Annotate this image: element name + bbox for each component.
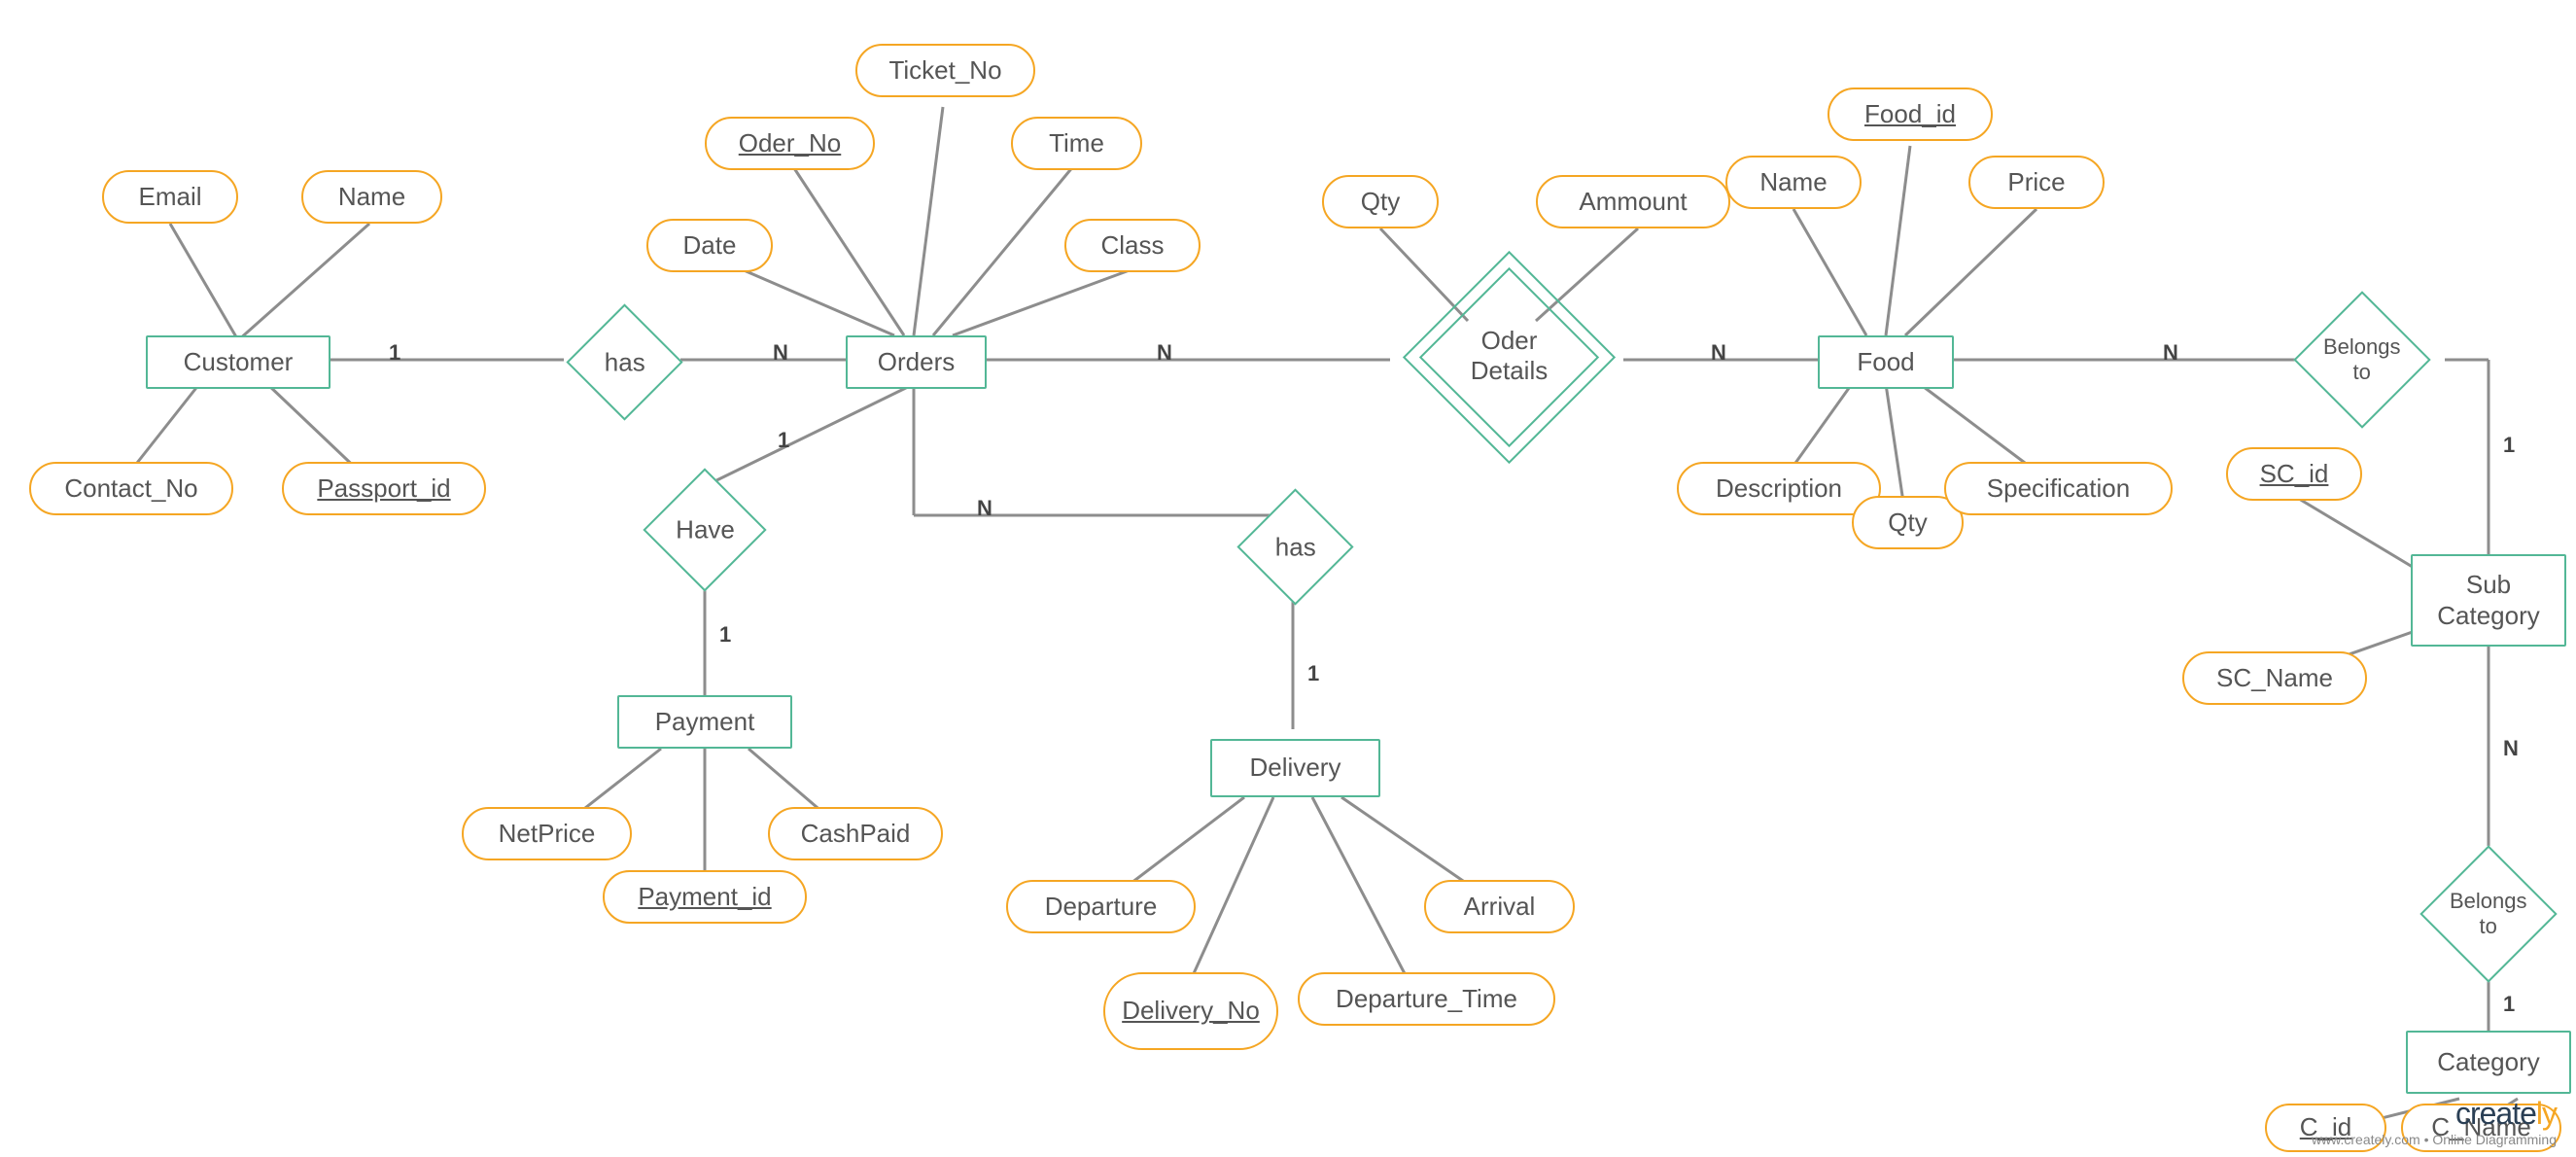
entity-orders-label: Orders [878, 347, 955, 377]
entity-delivery[interactable]: Delivery [1210, 739, 1380, 797]
rel-sub-belongsto-cat[interactable]: Belongs to [2419, 845, 2557, 982]
rel-orders-has-delivery[interactable]: has [1236, 488, 1353, 605]
entity-category[interactable]: Category [2406, 1031, 2571, 1094]
attr-food-specification[interactable]: Specification [1944, 462, 2173, 515]
attr-food-qty[interactable]: Qty [1852, 496, 1964, 549]
attr-orders-oder-no[interactable]: Oder_No [705, 117, 875, 170]
entity-payment[interactable]: Payment [617, 695, 792, 749]
entity-sub-category-label: Sub Category [2413, 570, 2564, 630]
entity-delivery-label: Delivery [1250, 753, 1341, 783]
attr-orders-date[interactable]: Date [646, 219, 773, 272]
attr-orders-class[interactable]: Class [1064, 219, 1201, 272]
rel-food-belongsto-sub[interactable]: Belongs to [2293, 291, 2430, 428]
brand-pre: create [2455, 1096, 2536, 1131]
brand-post: ly [2536, 1096, 2557, 1131]
attr-payment-cashpaid[interactable]: CashPaid [768, 807, 943, 860]
attr-food-price[interactable]: Price [1968, 156, 2105, 209]
attr-payment-id[interactable]: Payment_id [603, 870, 807, 924]
rel-oder-details-label: Oder Details [1448, 326, 1570, 386]
attr-sub-sc-id[interactable]: SC_id [2226, 447, 2362, 501]
entity-orders[interactable]: Orders [846, 335, 987, 389]
attr-oderdetails-ammount[interactable]: Ammount [1536, 175, 1730, 228]
attr-food-id[interactable]: Food_id [1828, 88, 1993, 141]
entity-customer-label: Customer [184, 347, 294, 377]
attr-customer-name[interactable]: Name [301, 170, 442, 224]
card-orders-n-weak: N [1157, 340, 1172, 366]
attr-customer-contact-no[interactable]: Contact_No [29, 462, 233, 515]
attr-food-description[interactable]: Description [1677, 462, 1881, 515]
card-orders-1-topayment: 1 [778, 428, 789, 453]
attr-orders-time[interactable]: Time [1011, 117, 1142, 170]
card-orders-n-fromcust: N [773, 340, 788, 366]
card-sub-n-tocat: N [2503, 736, 2519, 761]
entity-food-label: Food [1857, 347, 1914, 377]
card-payment-1: 1 [719, 622, 731, 648]
card-sub-1-fromfood: 1 [2503, 433, 2515, 458]
card-food-n-tosub: N [2163, 340, 2178, 366]
rel-customer-has-orders[interactable]: has [566, 303, 682, 420]
entity-category-label: Category [2437, 1047, 2540, 1077]
card-cat-1: 1 [2503, 992, 2515, 1017]
entity-customer[interactable]: Customer [146, 335, 331, 389]
attr-food-name[interactable]: Name [1725, 156, 1862, 209]
attr-delivery-departure-time[interactable]: Departure_Time [1298, 972, 1555, 1026]
entity-payment-label: Payment [655, 707, 755, 737]
rel-orders-have-payment[interactable]: Have [643, 468, 766, 591]
er-diagram-canvas: Customer Email Name Contact_No Passport_… [0, 0, 2576, 1157]
attr-delivery-departure[interactable]: Departure [1006, 880, 1196, 933]
attr-delivery-no[interactable]: Delivery_No [1103, 972, 1278, 1050]
attr-oderdetails-qty[interactable]: Qty [1322, 175, 1439, 228]
creately-watermark: creately www.creately.com • Online Diagr… [2312, 1096, 2557, 1147]
card-delivery-1: 1 [1307, 661, 1319, 686]
card-food-n-weak: N [1711, 340, 1726, 366]
attr-sub-sc-name[interactable]: SC_Name [2182, 651, 2367, 705]
card-customer-1: 1 [389, 340, 400, 366]
attr-orders-ticket-no[interactable]: Ticket_No [855, 44, 1035, 97]
entity-sub-category[interactable]: Sub Category [2411, 554, 2566, 647]
entity-food[interactable]: Food [1818, 335, 1954, 389]
card-orders-n-todelivery: N [977, 496, 992, 521]
attr-customer-passport-id[interactable]: Passport_id [282, 462, 486, 515]
watermark-tagline: www.creately.com • Online Diagramming [2312, 1132, 2557, 1147]
attr-customer-email[interactable]: Email [102, 170, 238, 224]
attr-payment-netprice[interactable]: NetPrice [462, 807, 632, 860]
attr-delivery-arrival[interactable]: Arrival [1424, 880, 1575, 933]
